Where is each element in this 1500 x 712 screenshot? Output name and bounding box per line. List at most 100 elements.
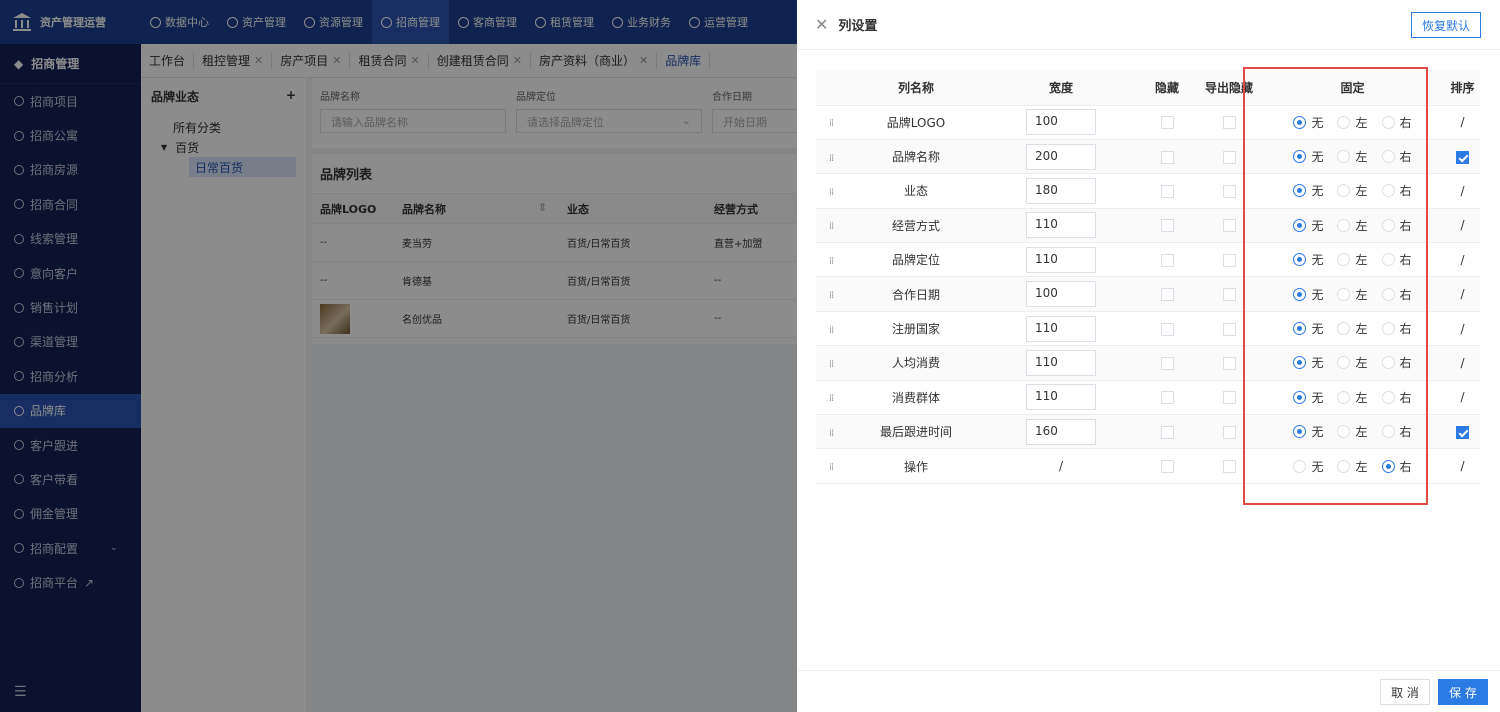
sort-cell xyxy=(1445,414,1480,450)
export-hidden-checkbox[interactable] xyxy=(1222,322,1236,336)
export-hidden-checkbox[interactable] xyxy=(1222,253,1236,267)
width-input[interactable]: 110 xyxy=(1026,246,1096,273)
drag-handle-icon[interactable]: ⁞⁞ xyxy=(829,462,834,473)
hidden-cell xyxy=(1136,242,1198,278)
width-input[interactable]: 160 xyxy=(1026,418,1096,445)
hidden-checkbox[interactable] xyxy=(1160,356,1174,370)
hidden-checkbox[interactable] xyxy=(1160,253,1174,267)
hidden-checkbox[interactable] xyxy=(1160,288,1174,302)
hidden-cell xyxy=(1136,345,1198,381)
sort-cell: / xyxy=(1445,173,1480,209)
hidden-cell xyxy=(1136,380,1198,416)
sort-cell: / xyxy=(1445,448,1480,484)
col-sort-header: 排序 xyxy=(1445,70,1480,106)
export-hidden-checkbox[interactable] xyxy=(1222,219,1236,233)
column-name: 品牌LOGO xyxy=(846,105,986,140)
cancel-button[interactable]: 取 消 xyxy=(1380,679,1430,705)
width-cell: 160 xyxy=(986,414,1136,450)
drawer-footer: 取 消 保 存 xyxy=(797,670,1500,712)
sort-cell: / xyxy=(1445,345,1480,381)
width-cell: 110 xyxy=(986,242,1136,278)
sort-checkbox[interactable] xyxy=(1456,150,1469,164)
width-cell: 180 xyxy=(986,173,1136,209)
drag-handle-icon[interactable]: ⁞⁞ xyxy=(829,290,834,301)
sort-cell: / xyxy=(1445,105,1480,140)
width-cell: 200 xyxy=(986,139,1136,175)
hidden-cell xyxy=(1136,311,1198,347)
drag-handle-icon[interactable]: ⁞⁞ xyxy=(829,359,834,370)
export-hidden-checkbox[interactable] xyxy=(1222,116,1236,130)
width-cell: 110 xyxy=(986,380,1136,416)
column-name: 品牌名称 xyxy=(846,139,986,175)
export-hidden-checkbox[interactable] xyxy=(1222,150,1236,164)
column-name: 合作日期 xyxy=(846,276,986,312)
hidden-checkbox[interactable] xyxy=(1160,391,1174,405)
reset-default-button[interactable]: 恢复默认 xyxy=(1411,12,1481,38)
hidden-checkbox[interactable] xyxy=(1160,322,1174,336)
export-hidden-checkbox[interactable] xyxy=(1222,288,1236,302)
width-input[interactable]: 110 xyxy=(1026,349,1096,376)
column-name: 注册国家 xyxy=(846,311,986,347)
width-input[interactable]: 110 xyxy=(1026,384,1096,411)
hidden-cell xyxy=(1136,139,1198,175)
drawer-title: 列设置 xyxy=(838,19,878,34)
sort-cell: / xyxy=(1445,380,1480,416)
drag-handle-icon[interactable]: ⁞⁞ xyxy=(829,187,834,198)
width-input[interactable]: 180 xyxy=(1026,177,1096,204)
modal-mask[interactable] xyxy=(0,0,797,712)
hidden-checkbox[interactable] xyxy=(1160,116,1174,130)
drag-handle-icon[interactable]: ⁞⁞ xyxy=(829,325,834,336)
sort-cell xyxy=(1445,139,1480,175)
hidden-checkbox[interactable] xyxy=(1160,184,1174,198)
drag-cell: ⁞⁞ xyxy=(816,276,846,312)
column-name: 最后跟进时间 xyxy=(846,414,986,450)
drag-cell: ⁞⁞ xyxy=(816,311,846,347)
sort-cell: / xyxy=(1445,208,1480,244)
drag-cell: ⁞⁞ xyxy=(816,380,846,416)
width-input[interactable]: 110 xyxy=(1026,315,1096,342)
close-icon[interactable]: ✕ xyxy=(815,15,828,34)
width-cell: 100 xyxy=(986,105,1136,140)
column-settings-drawer: ✕ 列设置 恢复默认 列名称 宽度 隐藏 导出隐藏 固定 排序 ⁞⁞ 品牌LOGO… xyxy=(797,0,1500,712)
column-name: 品牌定位 xyxy=(846,242,986,278)
export-hidden-checkbox[interactable] xyxy=(1222,425,1236,439)
drag-handle-icon[interactable]: ⁞⁞ xyxy=(829,256,834,267)
col-drag xyxy=(816,70,846,106)
save-button[interactable]: 保 存 xyxy=(1438,679,1488,705)
sort-cell: / xyxy=(1445,311,1480,347)
width-cell: 100 xyxy=(986,276,1136,312)
hidden-cell xyxy=(1136,105,1198,140)
drag-handle-icon[interactable]: ⁞⁞ xyxy=(829,153,834,164)
width-cell: 110 xyxy=(986,208,1136,244)
hidden-checkbox[interactable] xyxy=(1160,219,1174,233)
drag-handle-icon[interactable]: ⁞⁞ xyxy=(829,118,834,129)
hidden-cell xyxy=(1136,448,1198,484)
column-name: 消费群体 xyxy=(846,380,986,416)
export-hidden-checkbox[interactable] xyxy=(1222,356,1236,370)
width-input[interactable]: 200 xyxy=(1026,143,1096,170)
width-input[interactable]: 100 xyxy=(1026,109,1096,136)
drawer-header: ✕ 列设置 恢复默认 xyxy=(797,0,1500,50)
hidden-checkbox[interactable] xyxy=(1160,150,1174,164)
drag-cell: ⁞⁞ xyxy=(816,345,846,381)
column-name: 业态 xyxy=(846,173,986,209)
column-name: 人均消费 xyxy=(846,345,986,381)
drag-handle-icon[interactable]: ⁞⁞ xyxy=(829,221,834,232)
drag-handle-icon[interactable]: ⁞⁞ xyxy=(829,428,834,439)
drag-cell: ⁞⁞ xyxy=(816,242,846,278)
width-input[interactable]: 110 xyxy=(1026,212,1096,239)
width-cell: / xyxy=(986,448,1136,484)
drag-handle-icon[interactable]: ⁞⁞ xyxy=(829,393,834,404)
drag-cell: ⁞⁞ xyxy=(816,105,846,140)
drag-cell: ⁞⁞ xyxy=(816,139,846,175)
col-name-header: 列名称 xyxy=(846,70,986,106)
sort-checkbox[interactable] xyxy=(1456,425,1469,439)
hidden-checkbox[interactable] xyxy=(1160,460,1174,474)
hidden-checkbox[interactable] xyxy=(1160,425,1174,439)
export-hidden-checkbox[interactable] xyxy=(1222,460,1236,474)
hidden-cell xyxy=(1136,208,1198,244)
export-hidden-checkbox[interactable] xyxy=(1222,391,1236,405)
export-hidden-checkbox[interactable] xyxy=(1222,184,1236,198)
sort-cell: / xyxy=(1445,276,1480,312)
width-input[interactable]: 100 xyxy=(1026,281,1096,308)
